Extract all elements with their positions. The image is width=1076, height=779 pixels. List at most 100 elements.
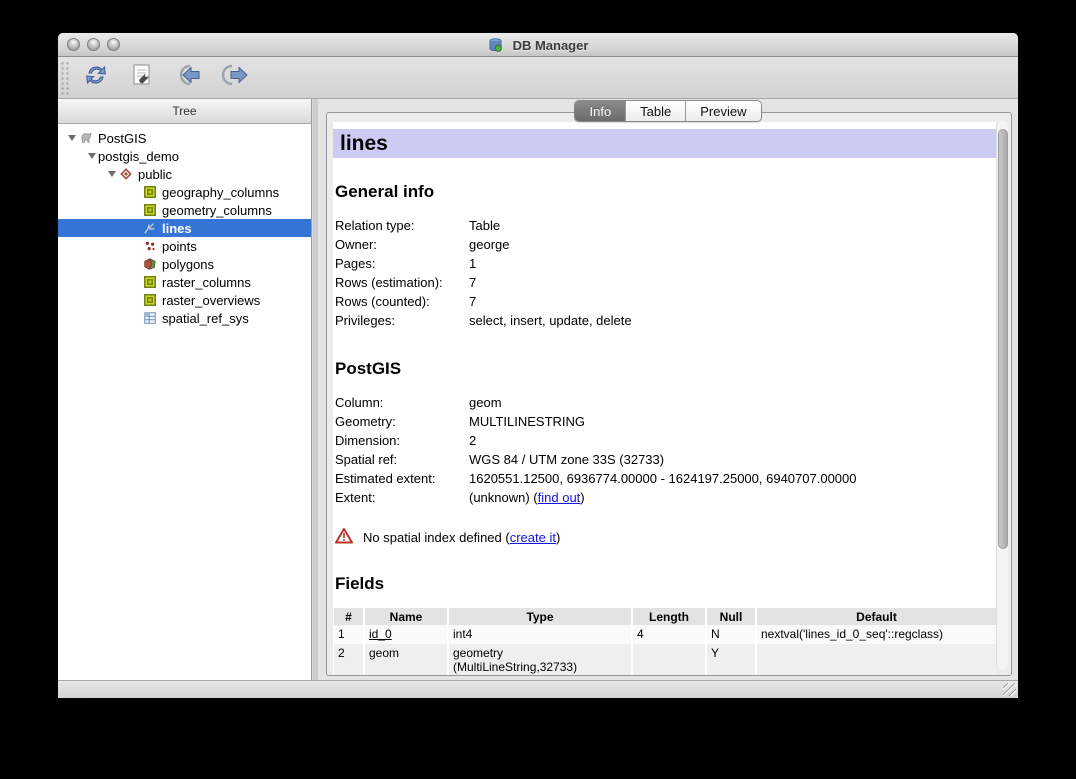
- kv-label: Relation type:: [333, 216, 469, 235]
- resize-grip[interactable]: [1003, 683, 1016, 696]
- database-icon: [488, 37, 504, 53]
- tree-item-label: PostGIS: [98, 131, 146, 146]
- import-layer-button[interactable]: [168, 61, 208, 95]
- warning-text: No spatial index defined (create it): [363, 530, 560, 545]
- kv-label: Rows (estimation):: [333, 273, 469, 292]
- kv-label: Column:: [333, 393, 469, 412]
- tab-info[interactable]: Info: [575, 101, 626, 121]
- kv-label: Geometry:: [333, 412, 469, 431]
- tree-panel-header: Tree: [58, 99, 311, 124]
- spatial-index-warning: No spatial index defined (create it): [335, 528, 996, 547]
- col-header-type: Type: [448, 608, 632, 625]
- sql-window-icon: [131, 63, 153, 92]
- schema-diamond-icon: [118, 166, 134, 182]
- tree-item-label: geography_columns: [162, 185, 279, 200]
- tree-item-label: spatial_ref_sys: [162, 311, 249, 326]
- import-arrow-icon: [174, 63, 202, 92]
- tree-panel: Tree PostGIS postgis_demo: [58, 99, 312, 680]
- postgis-heading: PostGIS: [335, 359, 996, 379]
- kv-value: MULTILINESTRING: [469, 412, 585, 431]
- tree-item-spatial-ref-sys[interactable]: spatial_ref_sys: [58, 309, 311, 327]
- lines-layer-icon: [142, 220, 158, 236]
- warning-triangle-icon: [335, 528, 353, 547]
- expand-triangle-icon[interactable]: [66, 135, 78, 141]
- kv-value: 1620551.12500, 6936774.00000 - 1624197.2…: [469, 469, 857, 488]
- tree-item-postgis[interactable]: PostGIS: [58, 129, 311, 147]
- primary-key-field: id_0: [364, 625, 448, 644]
- kv-value: george: [469, 235, 509, 254]
- kv-label: Spatial ref:: [333, 450, 469, 469]
- fields-header-row: # Name Type Length Null Default: [334, 608, 996, 625]
- export-to-file-button[interactable]: [214, 61, 254, 95]
- toolbar-grip[interactable]: [60, 61, 70, 95]
- tree-item-raster-overviews[interactable]: raster_overviews: [58, 291, 311, 309]
- extent-value: (unknown) (find out): [469, 488, 585, 507]
- col-header-null: Null: [706, 608, 756, 625]
- tree-item-geometry-columns[interactable]: geometry_columns: [58, 201, 311, 219]
- refresh-button[interactable]: [76, 61, 116, 95]
- find-out-link[interactable]: find out: [538, 490, 581, 505]
- postgis-info-list: Column:geom Geometry:MULTILINESTRING Dim…: [333, 393, 996, 507]
- tree-header-label: Tree: [172, 104, 196, 118]
- tree-item-postgis-demo[interactable]: postgis_demo: [58, 147, 311, 165]
- info-frame: lines General info Relation type:Table O…: [326, 112, 1012, 676]
- tree-item-label: lines: [162, 221, 192, 236]
- geo-table-icon: [142, 274, 158, 290]
- tree-item-points[interactable]: points: [58, 237, 311, 255]
- tree-item-raster-columns[interactable]: raster_columns: [58, 273, 311, 291]
- kv-value: 2: [469, 431, 476, 450]
- create-it-link[interactable]: create it: [510, 530, 556, 545]
- field-row: 1 id_0 int4 4 N nextval('lines_id_0_seq'…: [334, 625, 996, 644]
- db-manager-window: DB Manager T: [58, 33, 1018, 698]
- tree-item-geography-columns[interactable]: geography_columns: [58, 183, 311, 201]
- toolbar: [58, 57, 1018, 99]
- fields-heading: Fields: [335, 574, 996, 594]
- kv-value: 7: [469, 273, 476, 292]
- polygons-layer-icon: [142, 256, 158, 272]
- tree-item-lines[interactable]: lines: [58, 219, 311, 237]
- kv-label: Owner:: [333, 235, 469, 254]
- kv-label: Estimated extent:: [333, 469, 469, 488]
- main-area: Tree PostGIS postgis_demo: [58, 99, 1018, 680]
- tree-item-label: raster_columns: [162, 275, 251, 290]
- col-header-default: Default: [756, 608, 996, 625]
- kv-value: 7: [469, 292, 476, 311]
- extent-suffix: ): [580, 490, 584, 505]
- kv-label: Dimension:: [333, 431, 469, 450]
- kv-value: geom: [469, 393, 502, 412]
- title-bar: DB Manager: [58, 33, 1018, 57]
- kv-value: WGS 84 / UTM zone 33S (32733): [469, 450, 664, 469]
- tree-item-label: postgis_demo: [98, 149, 179, 164]
- kv-label: Rows (counted):: [333, 292, 469, 311]
- info-viewport: lines General info Relation type:Table O…: [333, 122, 996, 675]
- expand-triangle-icon[interactable]: [86, 153, 98, 159]
- kv-value: 1: [469, 254, 476, 273]
- geo-table-icon: [142, 292, 158, 308]
- general-info-list: Relation type:Table Owner:george Pages:1…: [333, 216, 996, 330]
- tree-item-polygons[interactable]: polygons: [58, 255, 311, 273]
- table-grid-icon: [142, 310, 158, 326]
- postgis-elephant-icon: [78, 130, 94, 146]
- scrollbar-thumb[interactable]: [998, 129, 1008, 549]
- tree-item-label: polygons: [162, 257, 214, 272]
- tree-item-label: raster_overviews: [162, 293, 260, 308]
- tree-item-label: public: [138, 167, 172, 182]
- status-bar: [58, 680, 1018, 698]
- expand-triangle-icon[interactable]: [106, 171, 118, 177]
- kv-label: Privileges:: [333, 311, 469, 330]
- kv-label: Pages:: [333, 254, 469, 273]
- warning-suffix: ): [556, 530, 560, 545]
- col-header-length: Length: [632, 608, 706, 625]
- tab-table[interactable]: Table: [626, 101, 686, 121]
- kv-value: select, insert, update, delete: [469, 311, 632, 330]
- tab-preview[interactable]: Preview: [686, 101, 760, 121]
- tree-item-public-schema[interactable]: public: [58, 165, 311, 183]
- db-tree: PostGIS postgis_demo public: [58, 124, 311, 327]
- extent-prefix: (unknown) (: [469, 490, 538, 505]
- vertical-scrollbar[interactable]: [996, 121, 1008, 670]
- col-header-num: #: [334, 608, 364, 625]
- tree-item-label: geometry_columns: [162, 203, 272, 218]
- sql-window-button[interactable]: [122, 61, 162, 95]
- fields-table: # Name Type Length Null Default: [334, 608, 996, 675]
- window-title: DB Manager: [513, 38, 589, 53]
